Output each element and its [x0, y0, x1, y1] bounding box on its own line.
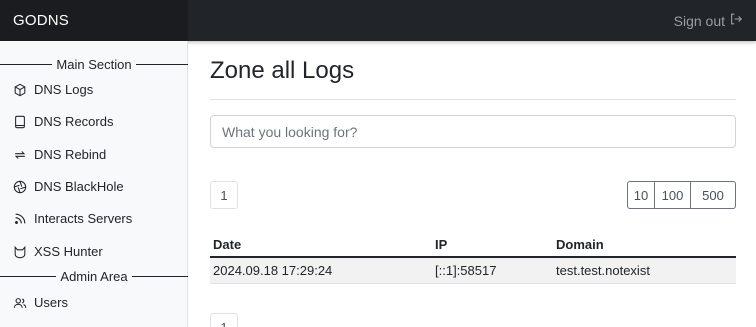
column-header-ip[interactable]: IP	[432, 233, 553, 258]
main-section-heading: Main Section	[0, 57, 188, 72]
rss-icon	[13, 212, 27, 226]
column-header-domain[interactable]: Domain	[553, 233, 736, 258]
arrows-repeat-icon	[13, 148, 27, 162]
pagination-page-button[interactable]: 1	[210, 181, 238, 209]
sidebar-item-dns-logs[interactable]: DNS Logs	[13, 82, 93, 97]
sidebar-item-xss-hunter[interactable]: XSS Hunter	[13, 244, 103, 259]
sidebar-item-label: DNS Logs	[34, 82, 94, 97]
sign-out-label: Sign out	[673, 12, 725, 29]
title-divider	[210, 99, 736, 100]
sidebar-item-users[interactable]: Users	[13, 295, 68, 310]
sign-out-link[interactable]: Sign out	[674, 12, 743, 29]
top-navbar: GODNS Sign out	[0, 0, 756, 41]
sidebar-item-label: XSS Hunter	[34, 244, 103, 259]
users-icon	[13, 296, 27, 310]
sidebar-item-label: Interacts Servers	[34, 211, 133, 226]
cell-ip: [::1]:58517	[432, 257, 553, 284]
cell-domain: test.test.notexist	[553, 257, 736, 284]
table-header-row: Date IP Domain	[210, 233, 736, 258]
brand-name: GODNS	[13, 12, 70, 29]
page-size-10-button[interactable]: 10	[627, 181, 655, 209]
sidebar-item-dns-blackhole[interactable]: DNS BlackHole	[13, 179, 124, 194]
admin-section-heading: Admin Area	[0, 269, 189, 284]
sidebar-item-dns-rebind[interactable]: DNS Rebind	[13, 147, 106, 162]
book-icon	[13, 115, 27, 129]
sidebar: Main Section DNS Logs DNS Records DNS Re…	[0, 41, 189, 327]
admin-section-label: Admin Area	[60, 269, 128, 284]
search-input[interactable]	[210, 115, 736, 148]
main-content: Zone all Logs 1 10 100 500 Date IP Domai…	[189, 41, 756, 327]
logs-table: Date IP Domain 2024.09.18 17:29:24 [::1]…	[210, 233, 736, 284]
box-icon	[13, 83, 27, 97]
page-title: Zone all Logs	[210, 57, 355, 84]
table-row[interactable]: 2024.09.18 17:29:24 [::1]:58517 test.tes…	[210, 257, 736, 284]
cat-icon	[13, 245, 27, 259]
pagination-page-button-bottom[interactable]: 1	[210, 313, 238, 327]
page-size-500-button[interactable]: 500	[691, 181, 736, 209]
brand[interactable]: GODNS	[0, 0, 188, 41]
column-header-date[interactable]: Date	[210, 233, 432, 258]
sidebar-item-label: DNS BlackHole	[34, 179, 124, 194]
sidebar-item-label: DNS Rebind	[34, 147, 107, 162]
sidebar-item-label: Users	[34, 295, 68, 310]
sidebar-item-dns-records[interactable]: DNS Records	[13, 114, 113, 129]
main-section-label: Main Section	[56, 57, 132, 72]
page-size-selector: 10 100 500	[627, 181, 736, 209]
sidebar-item-interacts-servers[interactable]: Interacts Servers	[13, 211, 132, 226]
aperture-icon	[13, 180, 27, 194]
sign-out-icon	[729, 12, 743, 29]
sidebar-item-label: DNS Records	[34, 114, 114, 129]
cell-date: 2024.09.18 17:29:24	[210, 257, 432, 284]
page-size-100-button[interactable]: 100	[655, 181, 691, 209]
